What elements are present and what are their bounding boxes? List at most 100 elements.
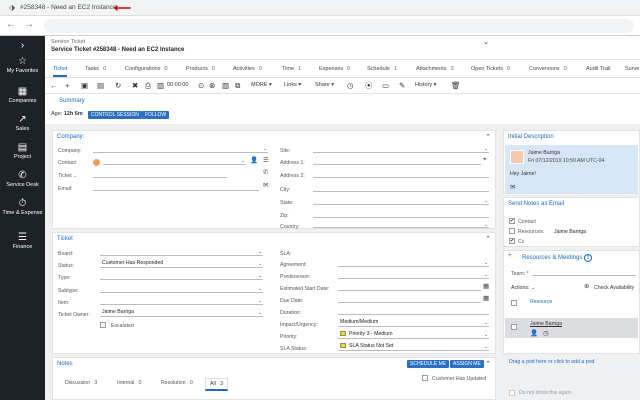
screen-icon[interactable]: ▭ <box>382 81 389 90</box>
record-icon[interactable]: ⦿ <box>365 81 373 90</box>
mail-icon[interactable]: ✉ <box>263 181 268 189</box>
add-icon[interactable]: + <box>508 252 512 259</box>
chevron-down-icon[interactable]: ⌄ <box>241 158 245 164</box>
back-arrow-icon[interactable]: ← <box>50 81 58 90</box>
type-field[interactable] <box>100 272 263 280</box>
tab-products[interactable]: Products 0 <box>186 66 215 72</box>
map-pin-icon[interactable]: ⌖ <box>483 156 487 164</box>
tab-configurations[interactable]: Configurations 0 <box>125 66 168 72</box>
zip-field[interactable] <box>313 210 489 218</box>
chevron-down-icon[interactable]: ⌄ <box>484 344 488 350</box>
save-close-icon[interactable]: ▤ <box>97 81 104 90</box>
ticket-dropdown[interactable]: Ticket ⌄ <box>58 173 77 179</box>
forward-icon[interactable]: → <box>24 19 34 30</box>
company-field[interactable] <box>93 145 268 153</box>
tab-surveys[interactable]: Surve <box>625 66 639 72</box>
duration-field[interactable] <box>338 307 489 315</box>
nav-my-favorites[interactable]: ☆ My Favorites <box>0 56 45 75</box>
chevron-up-icon[interactable]: ⌃ <box>485 360 491 368</box>
address1-field[interactable] <box>313 157 481 165</box>
est-start-field[interactable] <box>338 283 481 291</box>
tab-time[interactable]: Time 1 <box>282 66 301 72</box>
nav-time-expense[interactable]: ⏱ Time & Expense <box>0 198 45 217</box>
chevron-up-icon[interactable]: ⌃ <box>485 235 491 243</box>
add-pod-link[interactable]: Drag a pod here or click to add a pod <box>509 359 594 365</box>
save-icon[interactable]: ▣ <box>81 81 88 90</box>
nav-service-desk[interactable]: ✆ Service Desk <box>0 170 45 189</box>
chevron-up-icon[interactable]: ⌃ <box>485 133 491 141</box>
customer-updated-checkbox[interactable] <box>422 375 428 381</box>
item-field[interactable] <box>100 297 263 305</box>
chevron-down-icon[interactable]: ⌄ <box>258 298 262 304</box>
check-availability-button[interactable]: Check Availability <box>594 285 634 291</box>
summary-label[interactable]: Summary <box>59 98 85 104</box>
sla-status-field[interactable]: SLA Status Not Set <box>338 343 489 351</box>
board-field[interactable] <box>100 248 263 256</box>
chevron-down-icon[interactable]: ⌄ <box>484 222 488 228</box>
team-field[interactable] <box>532 268 636 276</box>
tab-open-tickets[interactable]: Open Tickets 0 <box>471 66 510 72</box>
omnibox[interactable] <box>44 19 634 33</box>
chevron-down-icon[interactable]: ⌄ <box>484 146 488 152</box>
share-menu[interactable]: Share ▾ <box>315 82 334 88</box>
person-icon[interactable]: 👤 <box>250 156 258 164</box>
contact-card-icon[interactable]: ☰ <box>263 156 269 164</box>
priority-field[interactable]: Priority 3 - Medium <box>338 331 489 339</box>
resource-row[interactable] <box>505 318 638 338</box>
do-not-show-checkbox[interactable] <box>509 390 515 396</box>
delete-icon[interactable]: ✖ <box>132 81 138 90</box>
merge-icon[interactable]: ⧉ <box>235 81 240 90</box>
calendar-icon[interactable]: ▦ <box>483 282 489 290</box>
resource-name[interactable]: Jaime Barriga <box>530 321 562 327</box>
status-field[interactable]: Customer Has Responded <box>100 260 263 268</box>
tab-audit-trail[interactable]: Audit Trail <box>586 66 610 72</box>
contact-field[interactable] <box>103 157 246 165</box>
address2-field[interactable] <box>313 170 489 178</box>
due-date-field[interactable] <box>338 295 481 303</box>
nav-finance[interactable]: ☰ Finance <box>0 232 45 251</box>
history-menu[interactable]: History ▾ <box>415 82 436 88</box>
chevron-down-icon[interactable]: ⌄ <box>258 249 262 255</box>
resources-checkbox[interactable] <box>509 228 515 234</box>
city-field[interactable] <box>313 184 489 192</box>
agreement-field[interactable] <box>338 259 489 267</box>
breadcrumb[interactable]: Service Ticket <box>51 39 85 45</box>
clock-icon[interactable]: ◷ <box>543 329 549 337</box>
chevron-down-icon[interactable]: ⌄ <box>483 38 489 46</box>
back-icon[interactable]: ← <box>6 19 16 30</box>
chevron-down-icon[interactable]: ⌄ <box>258 261 262 267</box>
availability-icon[interactable]: ⊕ <box>584 282 589 290</box>
notes-icon[interactable]: ▥ <box>157 81 164 90</box>
browser-tab-title[interactable]: #258348 - Need an EC2 Instance <box>20 4 116 11</box>
resource-row-checkbox[interactable] <box>511 324 517 330</box>
notes-tab-resolution[interactable]: Resolution 0 <box>161 380 193 386</box>
edit-icon[interactable]: ✎ <box>399 81 405 90</box>
tab-schedule[interactable]: Schedule 1 <box>367 66 397 72</box>
assign-me-button[interactable]: ASSIGN ME <box>450 360 484 368</box>
play-icon[interactable]: ⊙ <box>198 81 204 90</box>
collapse-nav-icon[interactable]: › <box>0 40 45 52</box>
chevron-down-icon[interactable]: ⌄ <box>258 310 262 316</box>
control-session-button[interactable]: CONTROL SESSION <box>88 111 142 119</box>
refresh-icon[interactable]: ↻ <box>115 81 121 90</box>
tab-tasks[interactable]: Tasks 0 <box>85 66 106 72</box>
chevron-down-icon[interactable]: ⌄ <box>484 272 488 278</box>
more-menu[interactable]: MORE ▾ <box>251 82 272 88</box>
contact-checkbox[interactable]: ✔ <box>509 218 515 224</box>
impact-field[interactable]: Medium/Medium <box>338 319 489 327</box>
clip-icon[interactable]: ▧ <box>222 81 229 90</box>
owner-field[interactable]: Jaime Barriga <box>100 309 263 317</box>
new-icon[interactable]: + <box>65 81 69 90</box>
notes-tab-all[interactable]: All 3 <box>205 378 228 391</box>
chevron-down-icon[interactable]: ⌄ <box>484 320 488 326</box>
resource-column-header[interactable]: Resource <box>530 299 552 305</box>
nav-project[interactable]: ▤ Project <box>0 142 45 161</box>
country-field[interactable] <box>313 221 489 228</box>
chevron-down-icon[interactable]: ⌄ <box>258 273 262 279</box>
chevron-down-icon[interactable]: ⌄ <box>484 260 488 266</box>
predecessor-field[interactable] <box>338 271 489 279</box>
trash-icon[interactable]: 🗑 <box>451 81 461 90</box>
stop-icon[interactable]: ⊗ <box>209 81 215 90</box>
tab-conversions[interactable]: Conversions 0 <box>529 66 567 72</box>
follow-button[interactable]: FOLLOW <box>142 111 170 119</box>
